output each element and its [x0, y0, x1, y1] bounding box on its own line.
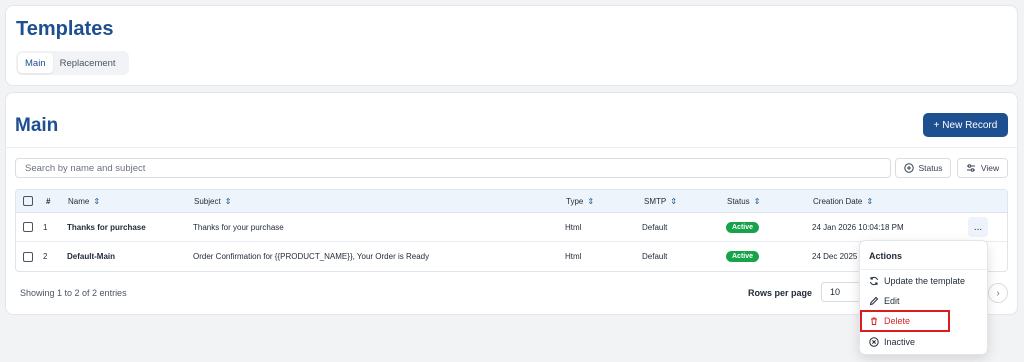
row-actions-button[interactable]: ... — [968, 217, 988, 237]
row-smtp: Default — [642, 222, 668, 232]
menu-item-update-label: Update the template — [884, 276, 966, 286]
actions-menu-title: Actions — [869, 251, 903, 261]
trash-icon — [868, 316, 879, 327]
col-date-label: Creation Date — [813, 196, 863, 206]
row-type: Html — [565, 252, 582, 261]
col-creation-date[interactable]: Creation Date ⇕ — [813, 190, 873, 212]
chevron-right-icon: › — [996, 287, 1000, 299]
sort-icon: ⇕ — [753, 196, 761, 206]
row-number: 2 — [43, 252, 48, 261]
table-row: 1 Thanks for purchase Thanks for your pu… — [16, 213, 1007, 242]
row-checkbox[interactable] — [23, 213, 33, 241]
row-type: Html — [565, 222, 582, 232]
col-status-label: Status — [727, 196, 750, 206]
row-status: Active — [726, 213, 760, 241]
menu-item-delete[interactable]: Delete — [868, 312, 910, 330]
menu-item-inactive-label: Inactive — [884, 337, 916, 347]
col-type[interactable]: Type ⇕ — [566, 190, 594, 212]
sliders-icon — [966, 163, 977, 174]
tab-bar: Main Replacement — [16, 51, 129, 75]
menu-item-edit[interactable]: Edit — [868, 292, 900, 310]
status-badge: Active — [726, 251, 760, 262]
tab-replacement[interactable]: Replacement — [53, 53, 123, 73]
refresh-icon — [868, 276, 879, 287]
table-header: # Name ⇕ Subject ⇕ Type ⇕ SMTP ⇕ Status ⇕ Cre… — [16, 190, 1007, 213]
new-record-button[interactable]: + New Record — [923, 113, 1008, 137]
page-title: Templates — [16, 18, 114, 40]
sort-icon: ⇕ — [93, 196, 101, 206]
row-subject: Thanks for your purchase — [193, 222, 284, 232]
tab-main[interactable]: Main — [18, 53, 53, 73]
row-date: 24 Jan 2026 10:04:18 PM — [812, 222, 904, 232]
menu-divider — [860, 269, 987, 270]
view-label: View — [980, 163, 1000, 173]
row-number: 1 — [43, 222, 48, 232]
col-status[interactable]: Status ⇕ — [727, 190, 760, 212]
row-checkbox[interactable] — [23, 242, 33, 271]
x-circle-icon — [868, 337, 879, 348]
menu-item-update-template[interactable]: Update the template — [868, 272, 965, 290]
menu-item-delete-label: Delete — [884, 316, 911, 326]
col-type-label: Type — [566, 196, 584, 206]
next-page-button[interactable]: › — [988, 283, 1008, 303]
sort-icon: ⇕ — [670, 196, 677, 206]
plus-circle-icon — [903, 163, 914, 174]
divider — [6, 147, 1017, 148]
row-subject: Order Confirmation for {{PRODUCT_NAME}},… — [193, 252, 430, 261]
pencil-icon — [868, 296, 879, 307]
status-filter-button[interactable]: Status — [895, 158, 951, 178]
search-input[interactable]: Search by name and subject — [15, 158, 891, 178]
select-all-checkbox[interactable] — [23, 190, 33, 212]
templates-header-card: Templates Main Replacement — [5, 5, 1018, 86]
row-name: Thanks for purchase — [67, 222, 146, 232]
row-name: Default-Main — [67, 252, 115, 261]
rows-per-page-label: Rows per page — [748, 288, 813, 298]
sort-icon: ⇕ — [866, 196, 874, 206]
sort-icon: ⇕ — [587, 196, 595, 206]
view-button[interactable]: View — [957, 158, 1008, 178]
section-title: Main — [15, 115, 59, 136]
col-smtp-label: SMTP — [644, 196, 667, 206]
col-name-label: Name — [68, 196, 90, 206]
menu-item-inactive[interactable]: Inactive — [868, 333, 915, 351]
actions-menu: Actions Update the template Edit Delete … — [859, 240, 988, 355]
sort-icon: ⇕ — [224, 196, 232, 206]
status-badge: Active — [726, 221, 760, 233]
col-subject-label: Subject — [194, 196, 221, 206]
col-name[interactable]: Name ⇕ — [68, 190, 100, 212]
status-filter-label: Status — [918, 163, 943, 173]
row-smtp: Default — [642, 252, 668, 261]
entries-summary: Showing 1 to 2 of 2 entries — [20, 288, 127, 298]
row-date: 24 Dec 2025 — [812, 252, 858, 261]
col-number: # — [46, 196, 51, 206]
rows-per-page-value: 10 — [830, 287, 841, 297]
col-subject[interactable]: Subject ⇕ — [194, 190, 231, 212]
menu-item-edit-label: Edit — [884, 296, 900, 306]
row-status: Active — [726, 242, 760, 271]
col-smtp[interactable]: SMTP ⇕ — [644, 190, 677, 212]
